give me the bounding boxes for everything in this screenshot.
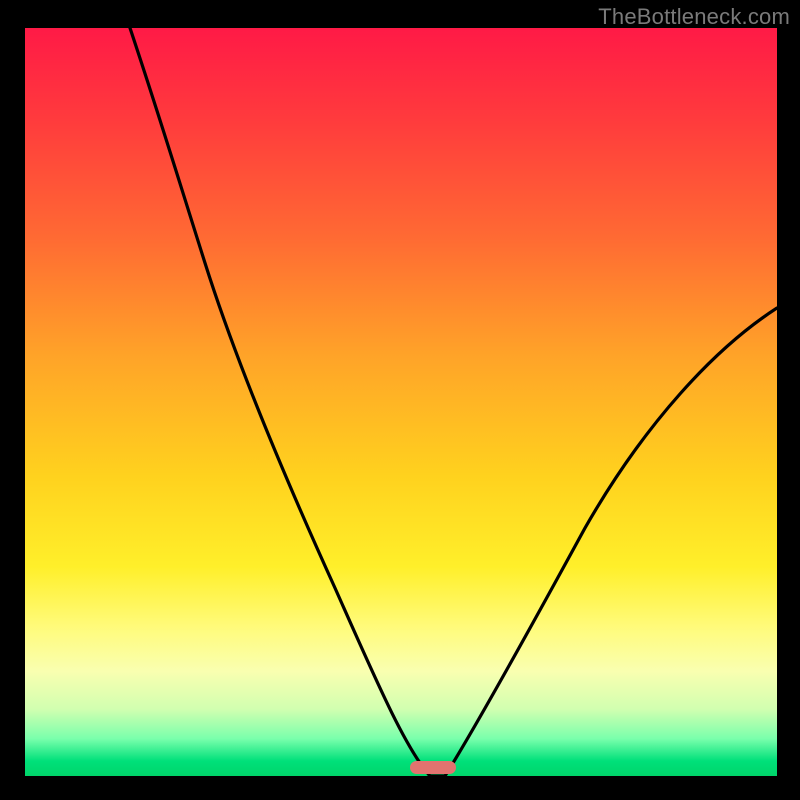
bottleneck-curve-path xyxy=(130,28,777,776)
watermark-text: TheBottleneck.com xyxy=(598,4,790,30)
optimal-point-marker xyxy=(410,761,456,774)
chart-frame: TheBottleneck.com xyxy=(0,0,800,800)
bottleneck-curve xyxy=(25,28,777,776)
plot-area xyxy=(25,28,777,776)
